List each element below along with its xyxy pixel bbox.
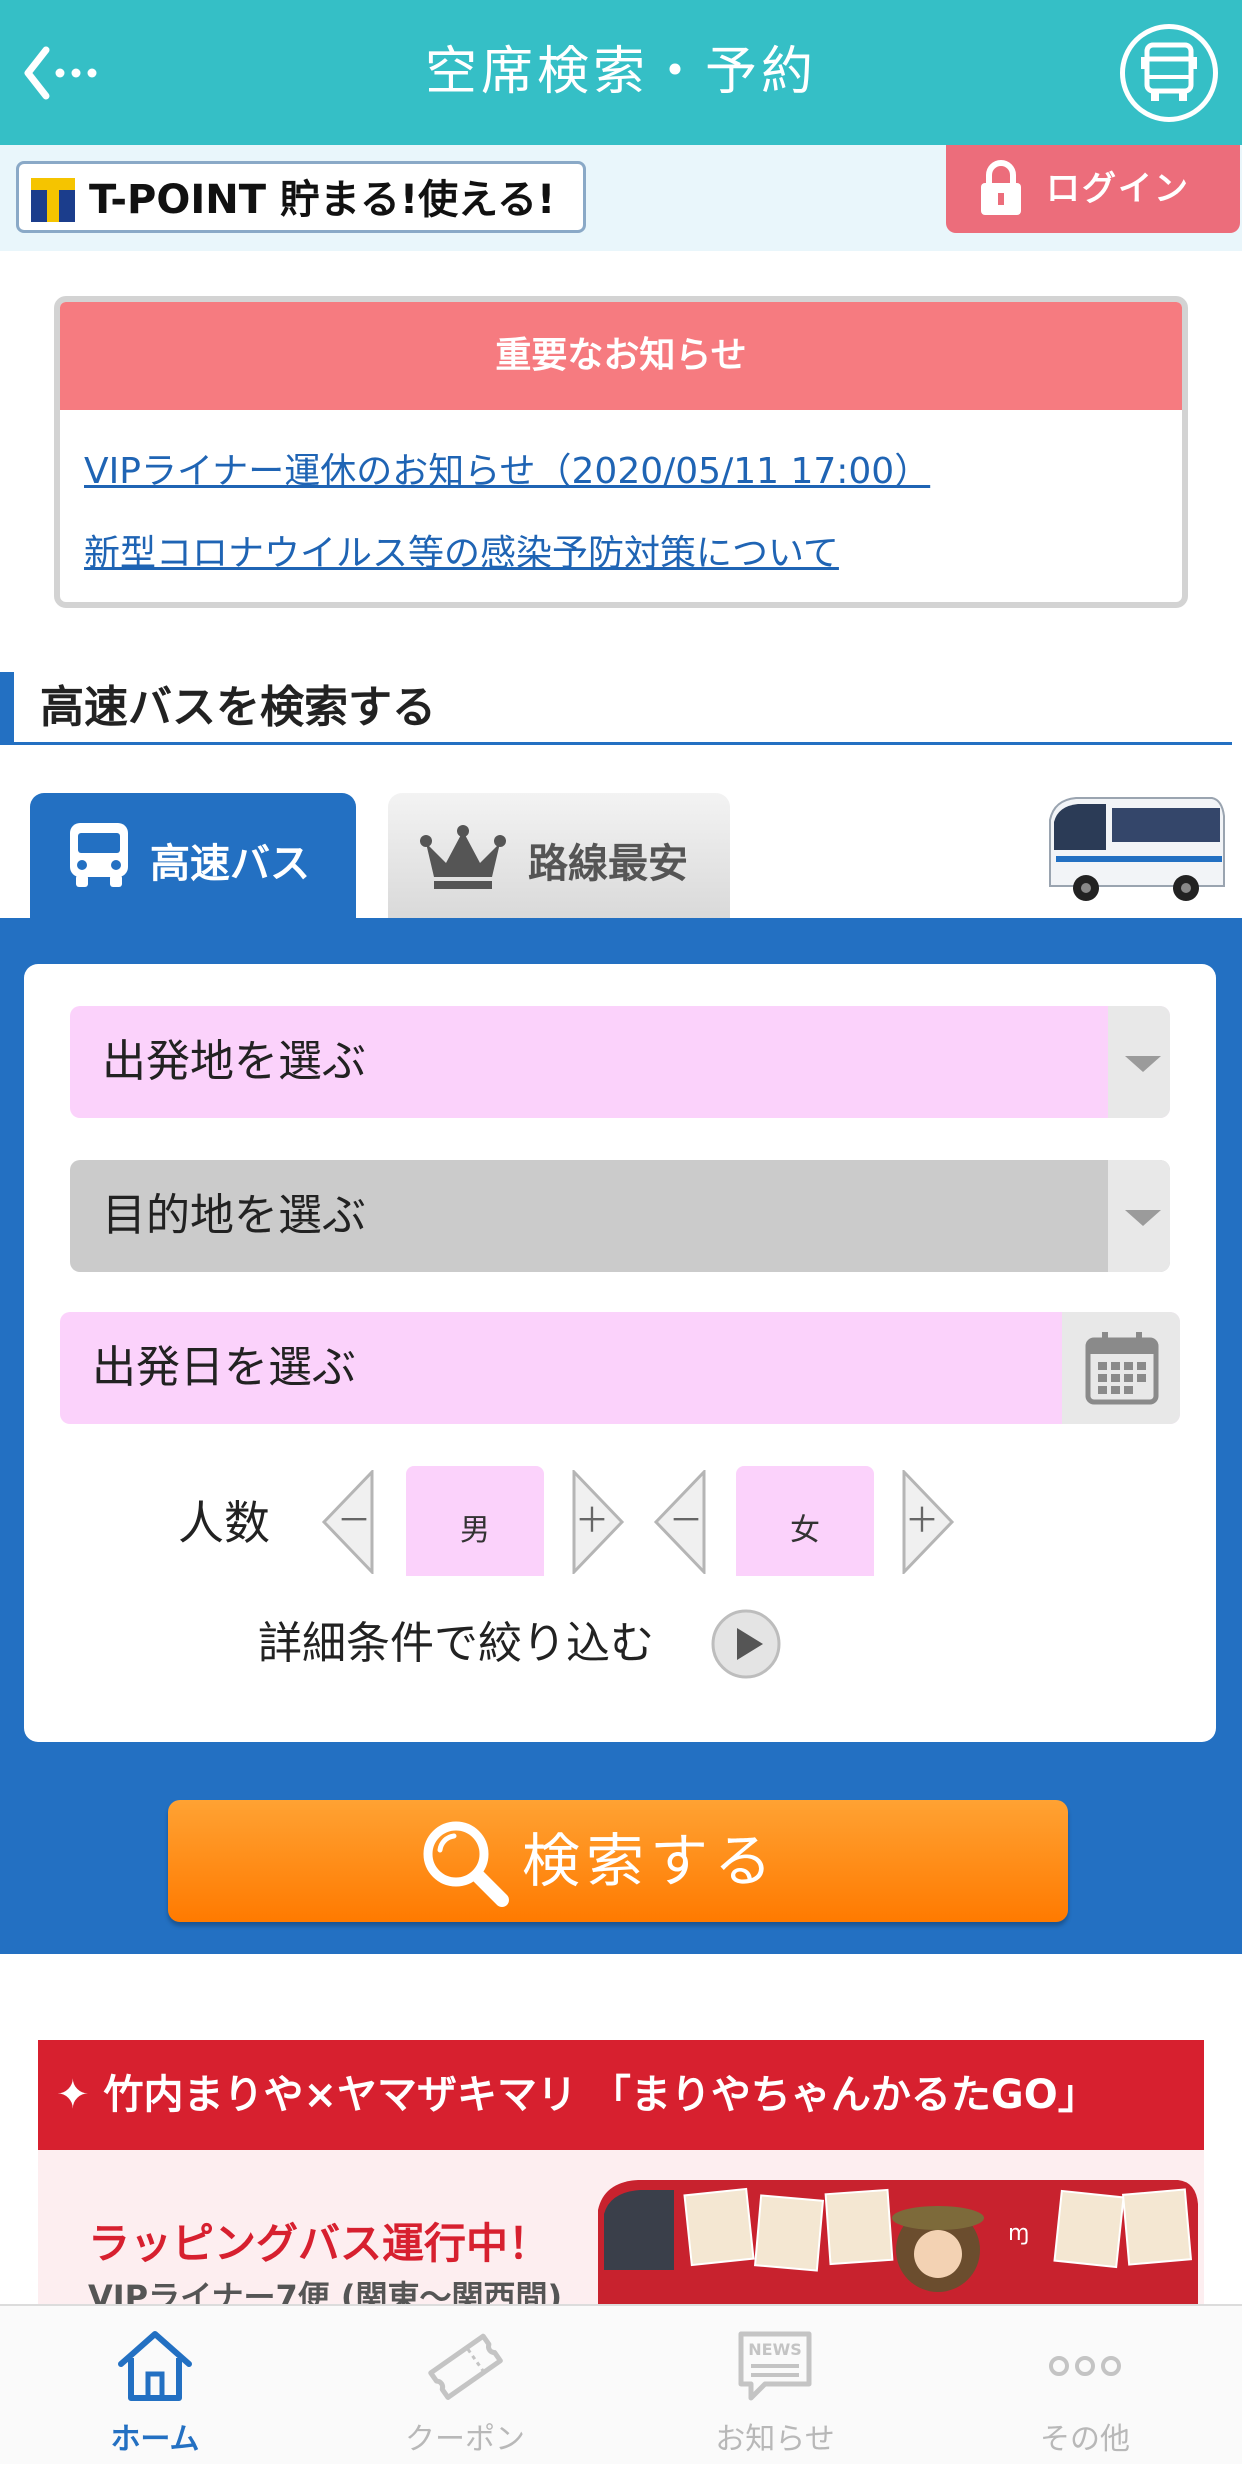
tabbar-news[interactable]: NEWS お知らせ	[620, 2306, 930, 2466]
tab-highway-bus-label: 高速バス	[150, 841, 310, 887]
plus-icon: ＋	[575, 1501, 609, 1541]
play-circle-icon[interactable]	[710, 1608, 782, 1680]
male-minus-button[interactable]: －	[320, 1470, 376, 1574]
tabbar-coupon[interactable]: クーポン	[310, 2306, 620, 2466]
detail-filter-label[interactable]: 詳細条件で絞り込む	[258, 1606, 654, 1682]
tabbar-more-label: その他	[1040, 2422, 1130, 2457]
search-button[interactable]: 検索する	[168, 1800, 1068, 1922]
promo-banner-subtitle: ラッピングバス運行中！	[88, 2219, 551, 2268]
bus-icon	[1141, 42, 1197, 101]
header-bar: 空席検索・予約	[0, 0, 1242, 145]
tpoint-bar: T-POINT 貯まる!使える! ログイン	[0, 145, 1242, 251]
tabbar-home-label: ホーム	[110, 2422, 200, 2457]
tab-highway-bus[interactable]: 高速バス	[30, 793, 356, 919]
male-count-field[interactable]: 男	[406, 1466, 544, 1576]
tpoint-banner[interactable]: T-POINT 貯まる!使える!	[16, 161, 586, 233]
tpoint-label: T-POINT 貯まる!使える!	[89, 177, 556, 223]
svg-text:NEWS: NEWS	[748, 2340, 802, 2359]
tabbar-news-label: お知らせ	[715, 2422, 835, 2457]
magnifier-icon	[423, 1821, 509, 1907]
departure-date-picker[interactable]: 出発日を選ぶ	[60, 1312, 1180, 1424]
tabbar-coupon-label: クーポン	[405, 2422, 525, 2457]
news-icon: NEWS	[738, 2331, 812, 2401]
male-plus-button[interactable]: ＋	[570, 1470, 626, 1574]
tpoint-logo-icon	[31, 178, 75, 222]
minus-icon: －	[669, 1501, 703, 1541]
bus-menu-button[interactable]	[1120, 24, 1218, 122]
back-button[interactable]	[22, 38, 102, 108]
svg-text:ɱ: ɱ	[1008, 2221, 1029, 2246]
bus-icon	[70, 823, 128, 887]
ticket-icon	[428, 2333, 503, 2400]
section-accent-bar	[0, 672, 14, 744]
search-button-label: 検索する	[522, 1827, 779, 1895]
tab-cheapest-route[interactable]: 路線最安	[388, 793, 730, 919]
login-button[interactable]: ログイン	[946, 145, 1240, 233]
section-title: 高速バスを検索する	[40, 682, 436, 733]
lock-icon	[981, 160, 1021, 215]
tabbar-more[interactable]: その他	[930, 2306, 1240, 2466]
section-divider	[0, 742, 1232, 745]
passengers-label: 人数	[178, 1496, 270, 1550]
tabbar-home[interactable]: ホーム	[0, 2306, 310, 2466]
home-icon	[118, 2331, 192, 2401]
destination-select-text: 目的地を選ぶ	[102, 1190, 366, 1241]
origin-select-text: 出発地を選ぶ	[102, 1036, 366, 1087]
tab-cheapest-route-label: 路線最安	[528, 841, 688, 887]
crown-icon	[420, 825, 506, 889]
back-arrow-icon	[24, 46, 97, 100]
female-count-field[interactable]: 女	[736, 1466, 874, 1576]
notice-link-vip-suspension[interactable]: VIPライナー運休のお知らせ（2020/05/11 17:00）	[84, 442, 930, 494]
chevron-down-icon	[1108, 1160, 1170, 1272]
female-minus-button[interactable]: －	[652, 1470, 708, 1574]
more-dots-icon	[1049, 2356, 1121, 2376]
departure-date-text: 出発日を選ぶ	[92, 1342, 356, 1393]
chevron-down-icon	[1108, 1006, 1170, 1118]
promo-banner-title: ✦ 竹内まりや×ヤマザキマリ 「まりやちゃんかるたGO」	[38, 2040, 1204, 2150]
calendar-button[interactable]	[1062, 1312, 1180, 1424]
notice-link-covid-measures[interactable]: 新型コロナウイルス等の感染予防対策について	[84, 524, 839, 576]
page-title: 空席検索・予約	[424, 42, 817, 102]
origin-select[interactable]: 出発地を選ぶ	[70, 1006, 1170, 1118]
female-plus-button[interactable]: ＋	[900, 1470, 956, 1574]
notice-heading: 重要なお知らせ	[60, 302, 1182, 410]
calendar-icon	[1085, 1332, 1159, 1405]
bottom-tab-bar: ホーム クーポン NEWS お知らせ その他	[0, 2304, 1242, 2464]
bus-photo-image	[1049, 797, 1225, 901]
plus-icon: ＋	[905, 1501, 939, 1541]
minus-icon: －	[337, 1501, 371, 1541]
login-label: ログイン	[1046, 169, 1190, 209]
destination-select[interactable]: 目的地を選ぶ	[70, 1160, 1170, 1272]
important-notice-box: 重要なお知らせ VIPライナー運休のお知らせ（2020/05/11 17:00）…	[54, 296, 1188, 608]
